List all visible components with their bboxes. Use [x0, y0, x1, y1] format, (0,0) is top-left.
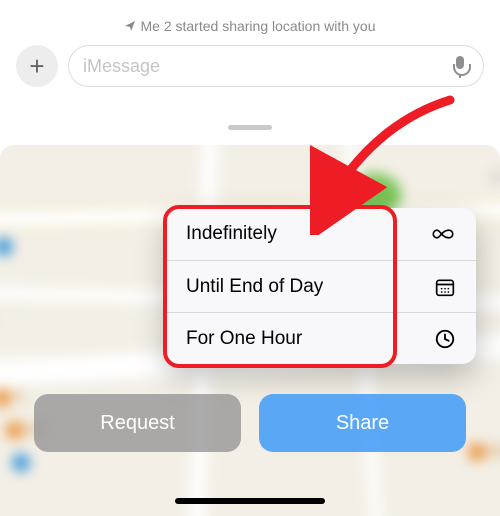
menu-item-label: For One Hour	[186, 328, 302, 350]
map-label: Pi	[12, 389, 24, 404]
map-label: Bistro	[488, 443, 500, 458]
message-placeholder: iMessage	[83, 56, 451, 77]
menu-item-label: Until End of Day	[186, 276, 323, 298]
menu-item-one-hour[interactable]: For One Hour	[166, 312, 476, 364]
share-button[interactable]: Share	[259, 394, 466, 452]
clock-icon	[434, 328, 456, 350]
menu-item-label: Indefinitely	[186, 223, 277, 245]
compose-row: + iMessage	[16, 42, 484, 90]
plus-icon: +	[29, 51, 44, 82]
home-indicator	[175, 498, 325, 504]
screen-root: Me 2 started sharing location with you +…	[0, 0, 500, 516]
location-status-label: Me 2 started sharing location with you	[140, 18, 375, 34]
share-duration-menu: Indefinitely Until End of Day For One Ho…	[166, 208, 476, 364]
add-button[interactable]: +	[16, 45, 58, 87]
request-button[interactable]: Request	[34, 394, 241, 452]
share-button-label: Share	[336, 412, 389, 435]
bottom-button-row: Request Share	[34, 394, 466, 452]
request-button-label: Request	[100, 412, 175, 435]
location-status-text: Me 2 started sharing location with you	[0, 18, 500, 35]
map-label: SE	[490, 169, 500, 184]
message-input[interactable]: iMessage	[68, 45, 484, 87]
location-arrow-icon	[124, 20, 136, 35]
infinity-icon	[430, 225, 456, 243]
calendar-icon	[434, 277, 456, 297]
microphone-icon[interactable]	[451, 54, 469, 78]
menu-item-end-of-day[interactable]: Until End of Day	[166, 260, 476, 312]
sheet-grab-handle[interactable]	[228, 125, 272, 130]
menu-item-indefinitely[interactable]: Indefinitely	[166, 208, 476, 260]
messages-header-area: Me 2 started sharing location with you +…	[0, 0, 500, 145]
